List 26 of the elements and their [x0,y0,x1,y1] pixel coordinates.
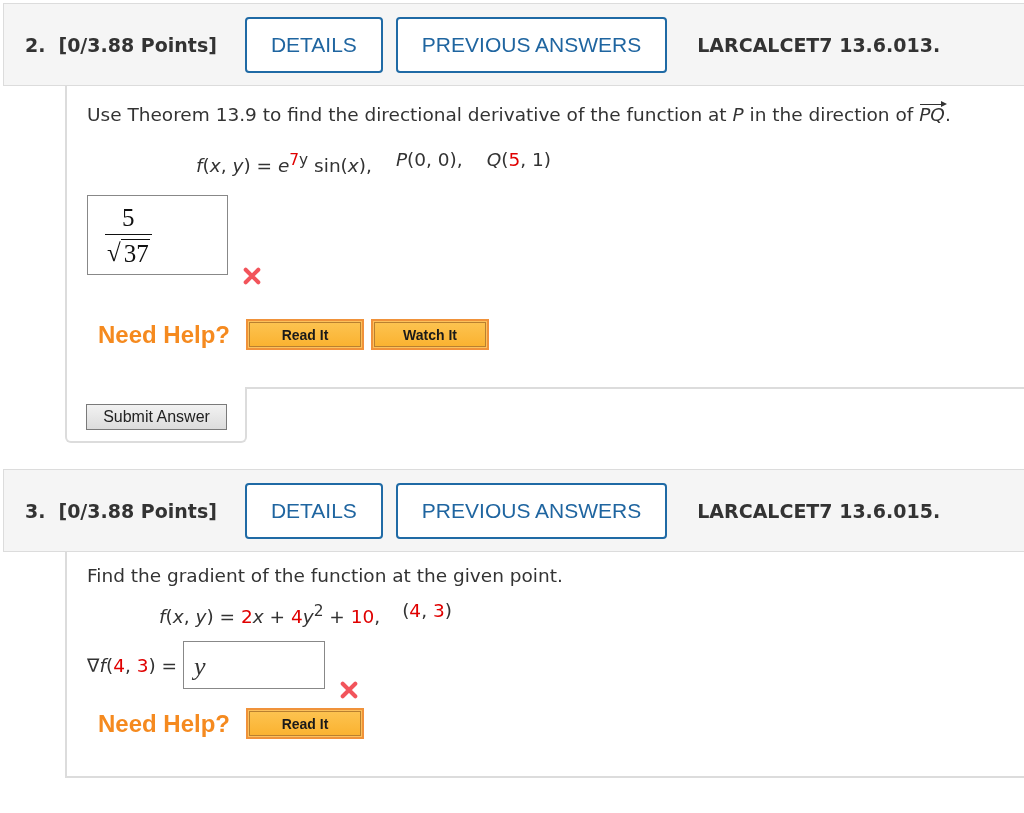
help-button[interactable]: Read It [246,708,365,740]
answer-label: ∇f(4, 3) = [87,654,178,676]
header-button[interactable]: DETAILS [244,16,383,73]
header-button[interactable]: DETAILS [244,482,383,539]
math-expression: (4, 3) [402,600,452,624]
answer-box[interactable]: 5 √37 [87,195,228,276]
math-expression: P(0, 0), [395,149,463,172]
question-number: 3. [25,499,46,522]
help-button[interactable]: Read It [246,319,365,351]
source-label: LARCALCET7 13.6.015. [697,499,941,522]
answer-field[interactable]: y [183,641,326,690]
question-prompt: Find the gradient of the function at the given point. [87,564,564,589]
math-expression: f(x, y) = 2x + 4y$^{2}$ + 10, [159,601,381,629]
help-button[interactable]: Watch It [371,319,490,351]
math-expression: f(x, y) = e$^{7}$$^{y}$ sin(x), [196,150,372,178]
source-label: LARCALCET7 13.6.013. [697,33,941,56]
points-label: [0/3.88 Points] [58,499,217,522]
points-label: [0/3.88 Points] [58,33,217,56]
question-prompt: Use Theorem 13.9 to find the directional derivative of the function at P in the direction of PQ. [87,98,1024,127]
submit-button[interactable]: Submit Answer [86,404,227,431]
math-expression: Q(5, 1) [486,149,551,172]
header-button[interactable]: PREVIOUS ANSWERS [395,16,668,73]
question-number: 2. [25,33,46,56]
need-help-label: Need Help? [98,709,231,738]
header-button[interactable]: PREVIOUS ANSWERS [395,482,668,539]
need-help-label: Need Help? [98,320,231,349]
